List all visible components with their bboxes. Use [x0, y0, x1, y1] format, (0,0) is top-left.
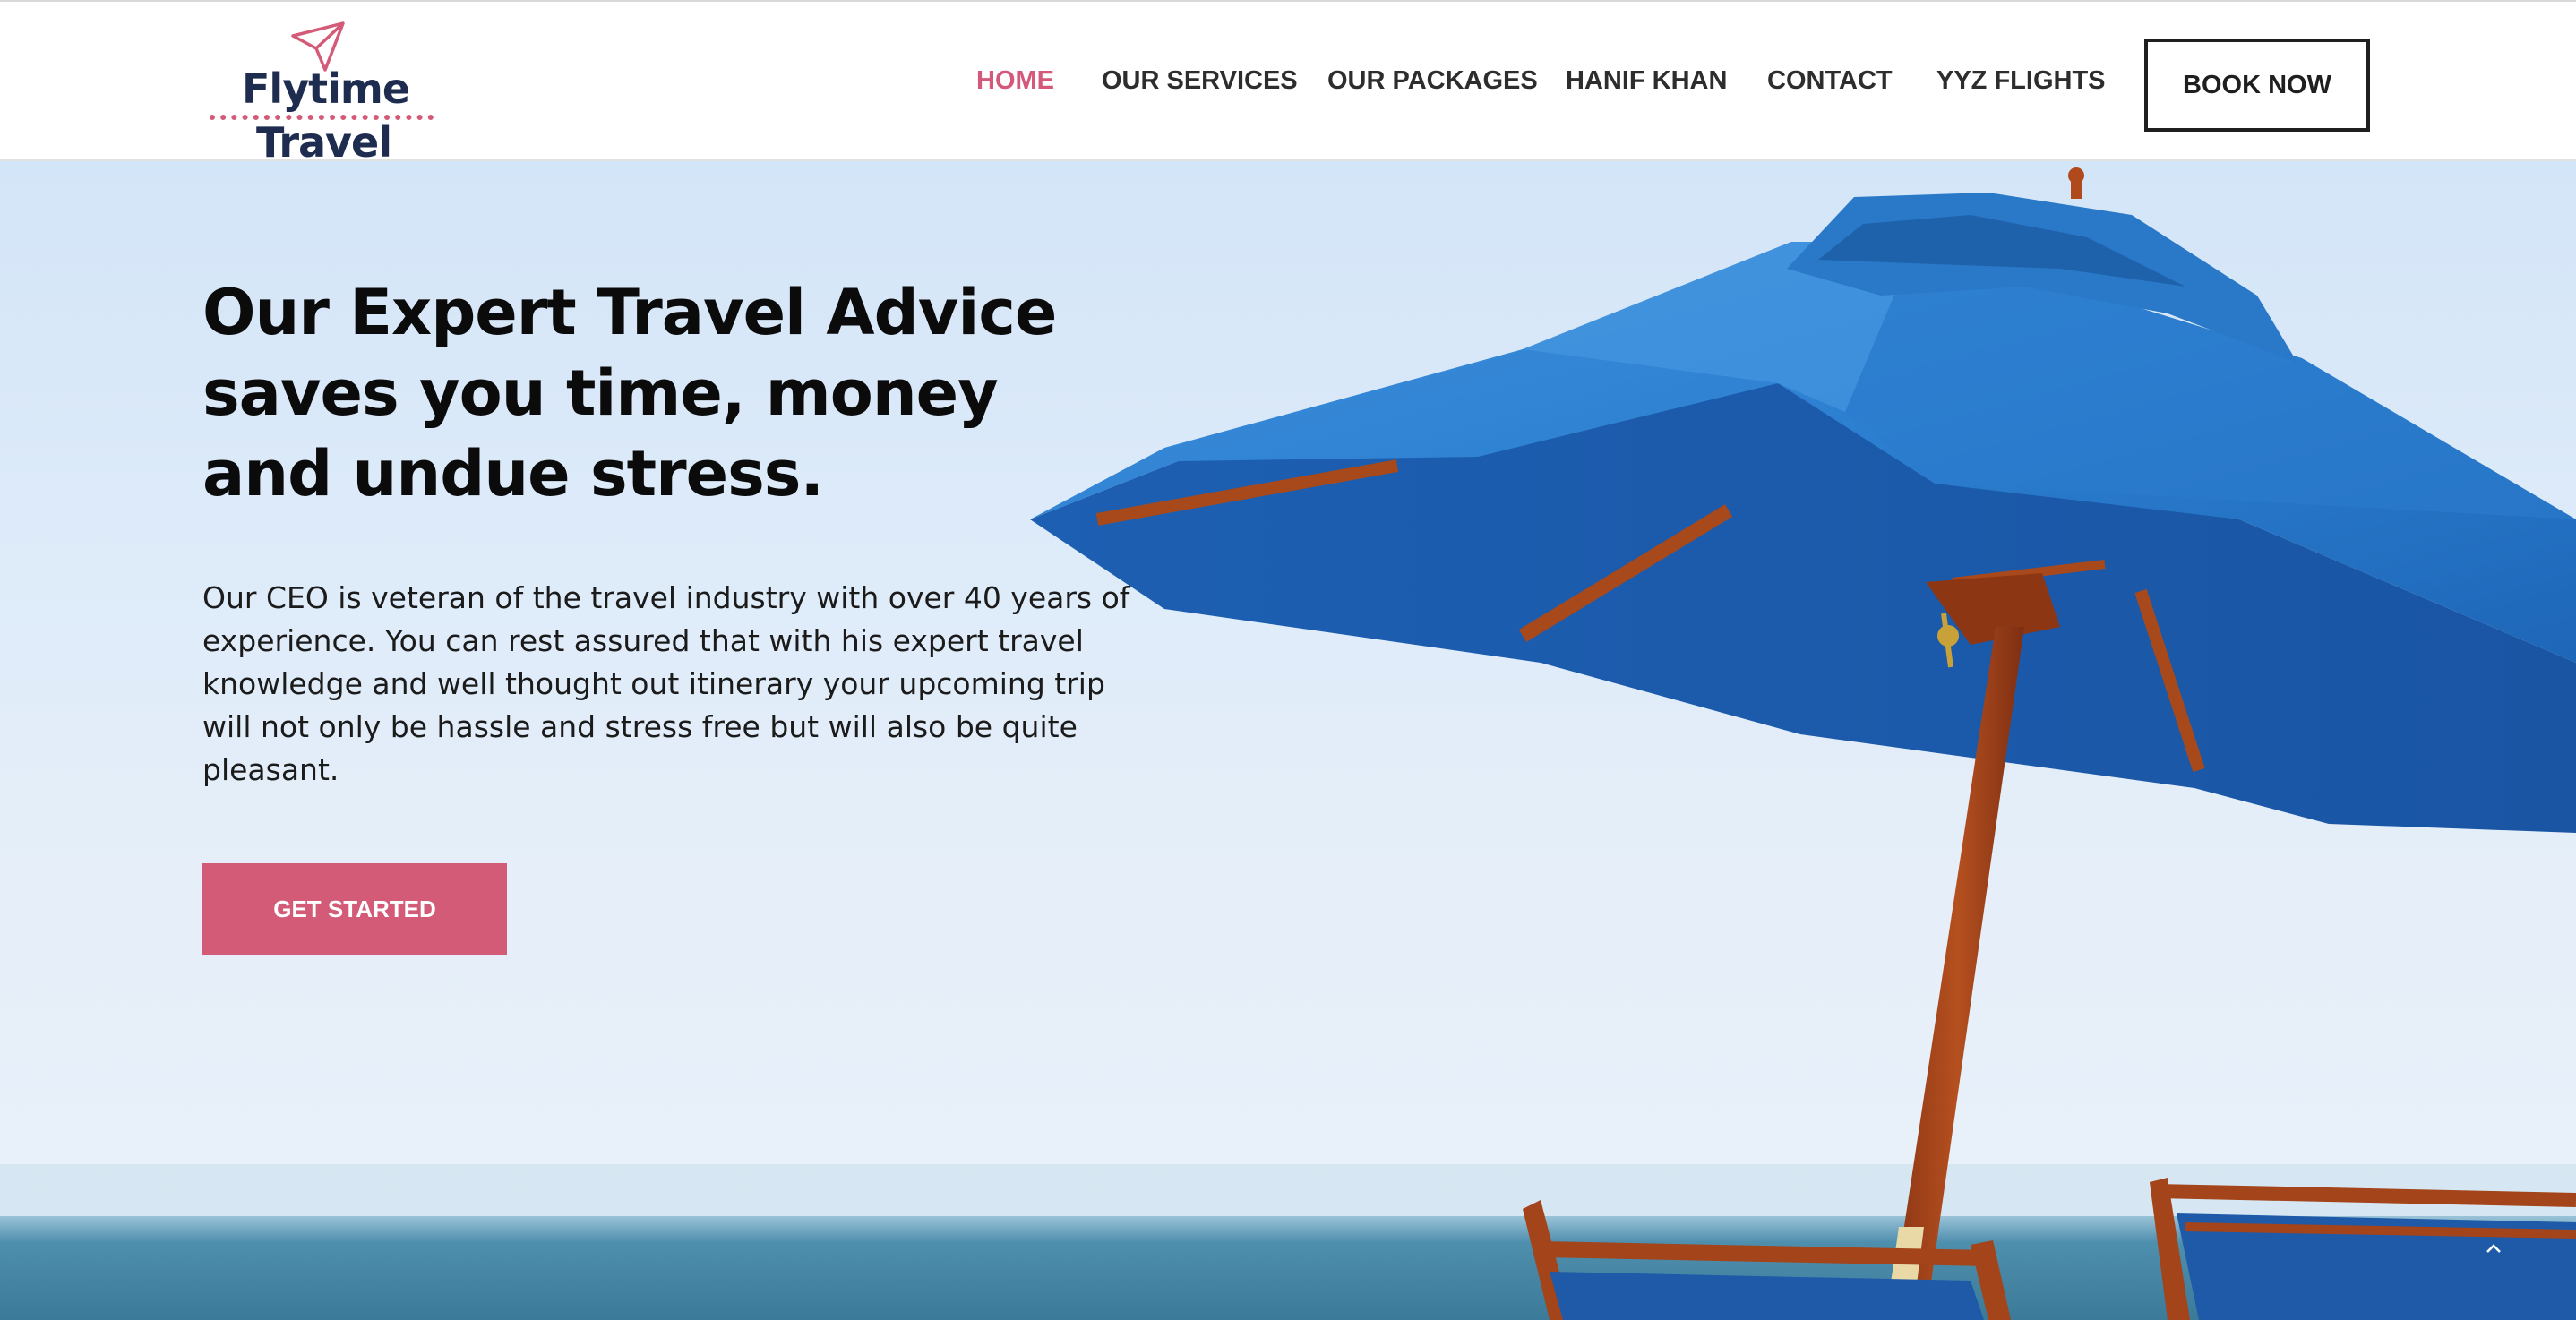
- hero-description-line: pleasant.: [202, 752, 339, 787]
- hero-description-line: Our CEO is veteran of the travel industr…: [202, 580, 1130, 615]
- nav-our-packages[interactable]: OUR PACKAGES: [1327, 66, 1538, 96]
- hero-description-line: knowledge and well thought out itinerary…: [202, 666, 1105, 701]
- chevron-up-icon: [2486, 1244, 2501, 1253]
- logo-wordmark-top: Flytime: [242, 64, 410, 113]
- hero-headline-line: saves you time, money: [202, 356, 999, 430]
- logo-wordmark-bottom: Travel: [256, 118, 392, 167]
- nav-hanif-khan[interactable]: HANIF KHAN: [1566, 66, 1727, 96]
- site-header: Flytime Travel HOME OUR SERVICES OUR PAC…: [0, 0, 2576, 167]
- hero-description-line: experience. You can rest assured that wi…: [202, 623, 1084, 658]
- site-logo[interactable]: Flytime Travel: [204, 14, 446, 167]
- hero-headline-line: Our Expert Travel Advice: [202, 276, 1057, 349]
- scroll-to-top-button[interactable]: [2472, 1227, 2515, 1270]
- get-started-button[interactable]: GET STARTED: [202, 863, 507, 955]
- hero-description: Our CEO is veteran of the travel industr…: [202, 577, 1130, 792]
- hero-headline-line: and undue stress.: [202, 437, 824, 510]
- nav-yyz-flights[interactable]: YYZ FLIGHTS: [1936, 66, 2106, 96]
- book-now-button[interactable]: BOOK NOW: [2144, 39, 2370, 132]
- nav-home[interactable]: HOME: [976, 66, 1054, 96]
- nav-contact[interactable]: CONTACT: [1767, 66, 1893, 96]
- nav-our-services[interactable]: OUR SERVICES: [1102, 66, 1298, 96]
- hero-section: Our Expert Travel Advice saves you time,…: [0, 161, 2576, 1320]
- hero-headline: Our Expert Travel Advice saves you time,…: [202, 272, 1098, 514]
- hero-description-line: will not only be hassle and stress free …: [202, 709, 1078, 744]
